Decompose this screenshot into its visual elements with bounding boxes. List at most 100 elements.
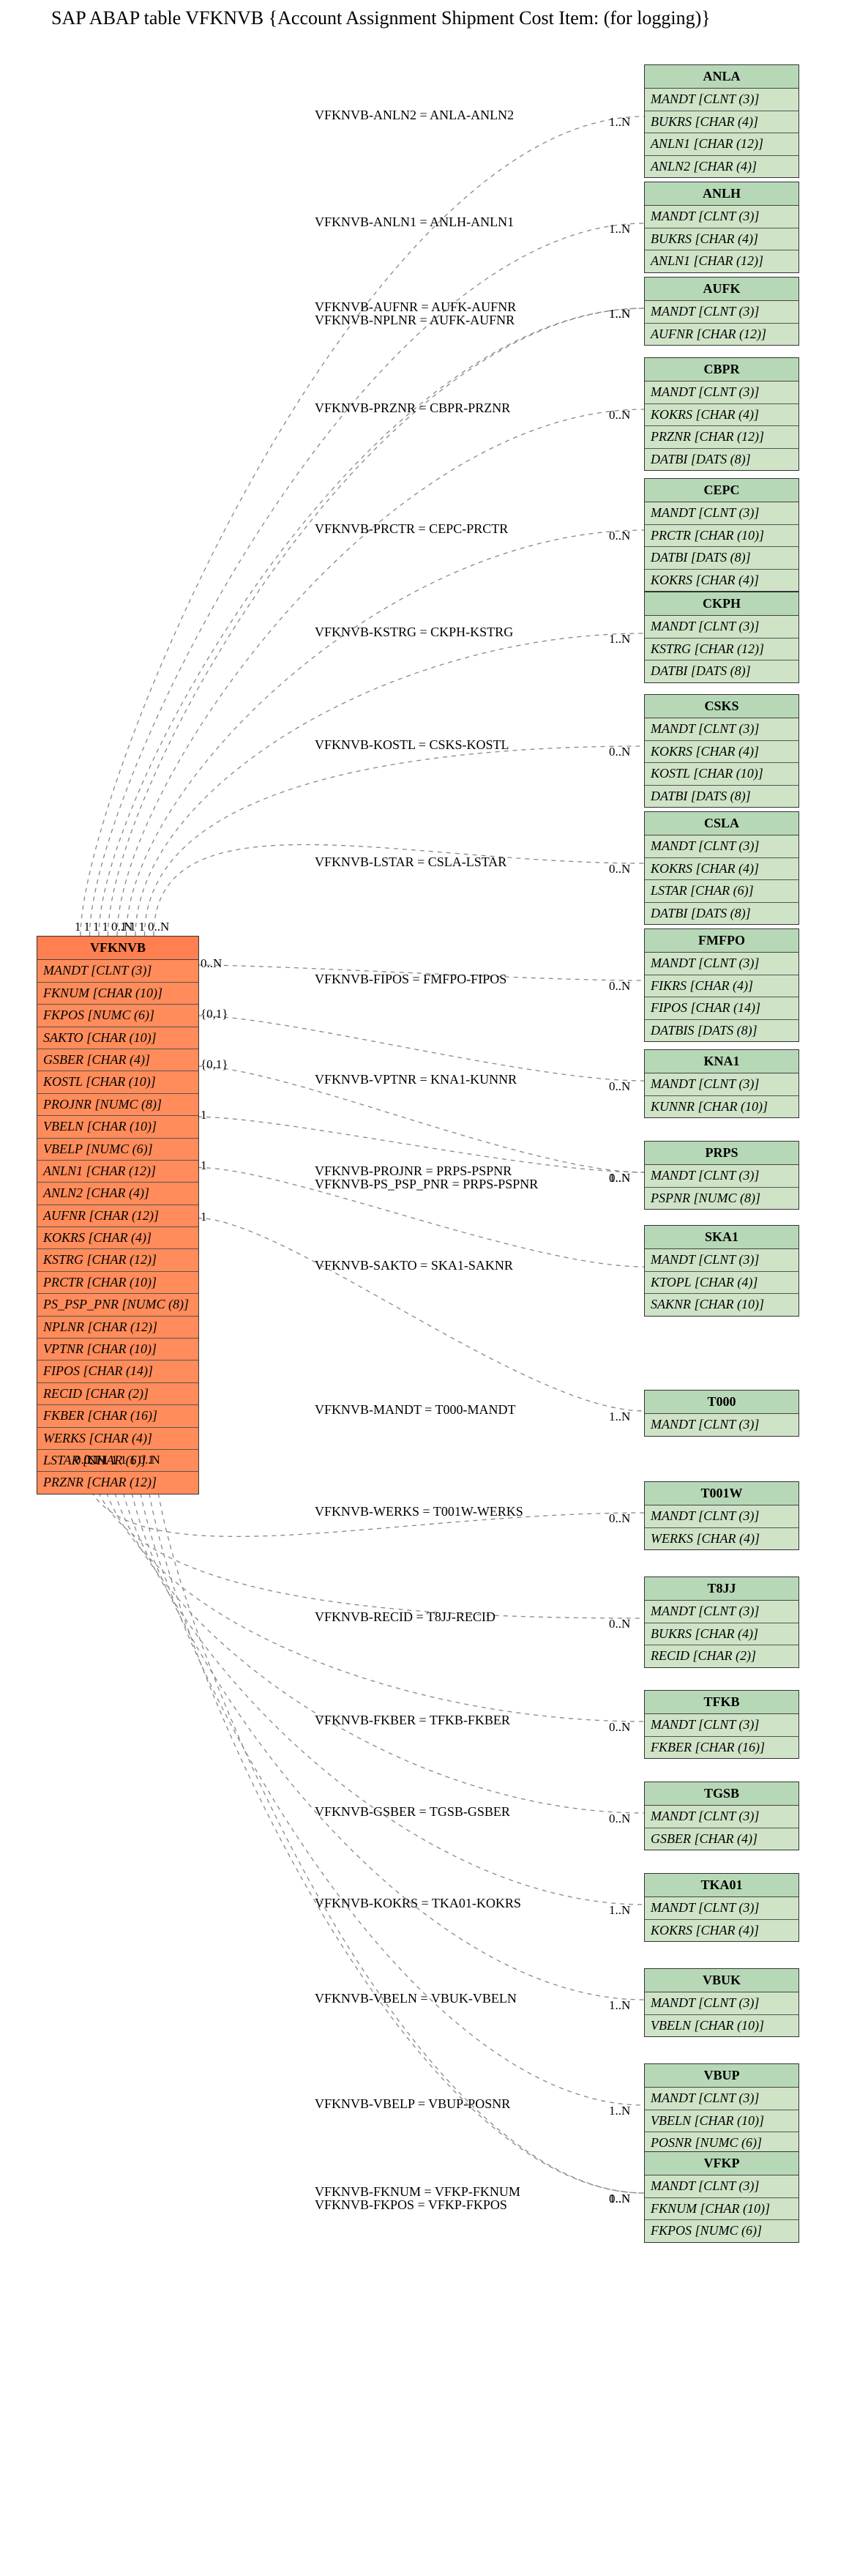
- table-header: TFKB: [645, 1691, 798, 1714]
- page-title: SAP ABAP table VFKNVB {Account Assignmen…: [7, 7, 842, 29]
- table-t000: T000MANDT [CLNT (3)]: [644, 1390, 799, 1437]
- multiplicity-label: 1..N: [609, 1171, 630, 1185]
- table-t001w: T001WMANDT [CLNT (3)]WERKS [CHAR (4)]: [644, 1481, 799, 1550]
- multiplicity-label: 1: [130, 1453, 136, 1467]
- table-field: SAKTO [CHAR (10)]: [37, 1027, 198, 1049]
- table-tfkb: TFKBMANDT [CLNT (3)]FKBER [CHAR (16)]: [644, 1690, 799, 1759]
- table-header: T000: [645, 1391, 798, 1414]
- table-prps: PRPSMANDT [CLNT (3)]PSPNR [NUMC (8)]: [644, 1141, 799, 1210]
- table-tgsb: TGSBMANDT [CLNT (3)]GSBER [CHAR (4)]: [644, 1782, 799, 1850]
- table-field: KUNNR [CHAR (10)]: [645, 1096, 798, 1117]
- table-field: PRCTR [CHAR (10)]: [37, 1272, 198, 1294]
- table-field: VPTNR [CHAR (10)]: [37, 1339, 198, 1360]
- multiplicity-label: 1..N: [609, 2104, 630, 2118]
- table-field: KOSTL [CHAR (10)]: [37, 1071, 198, 1093]
- table-field: NPLNR [CHAR (12)]: [37, 1317, 198, 1339]
- multiplicity-label: 1..N: [609, 1903, 630, 1918]
- multiplicity-label: 0..N: [201, 956, 222, 971]
- edge-label: VFKNVB-PRCTR = CEPC-PRCTR: [315, 521, 508, 537]
- multiplicity-label: 1: [139, 920, 146, 934]
- multiplicity-label: {0,1}: [201, 1007, 228, 1021]
- table-field: MANDT [CLNT (3)]: [645, 206, 798, 228]
- table-field: MANDT [CLNT (3)]: [645, 301, 798, 323]
- multiplicity-label: 1..N: [609, 1410, 630, 1424]
- table-header: T001W: [645, 1482, 798, 1505]
- table-header: CKPH: [645, 592, 798, 616]
- table-vbup: VBUPMANDT [CLNT (3)]VBELN [CHAR (10)]POS…: [644, 2063, 799, 2155]
- table-csks: CSKSMANDT [CLNT (3)]KOKRS [CHAR (4)]KOST…: [644, 694, 799, 808]
- table-header: CBPR: [645, 358, 798, 381]
- table-field: DATBI [DATS (8)]: [645, 786, 798, 807]
- table-header: SKA1: [645, 1226, 798, 1249]
- table-field: VBELP [NUMC (6)]: [37, 1139, 198, 1161]
- multiplicity-label: 0..N: [609, 745, 630, 759]
- table-field: GSBER [CHAR (4)]: [645, 1828, 798, 1850]
- table-field: DATBI [DATS (8)]: [645, 660, 798, 682]
- table-field: RECID [CHAR (2)]: [645, 1645, 798, 1667]
- multiplicity-label: 1: [130, 920, 136, 934]
- table-field: VBELN [CHAR (10)]: [645, 2015, 798, 2036]
- table-field: MANDT [CLNT (3)]: [645, 616, 798, 638]
- table-tka01: TKA01MANDT [CLNT (3)]KOKRS [CHAR (4)]: [644, 1873, 799, 1942]
- multiplicity-label: 0..N: [609, 1079, 630, 1094]
- edge-label: VFKNVB-LSTAR = CSLA-LSTAR: [315, 855, 506, 870]
- table-field: DATBI [DATS (8)]: [645, 903, 798, 924]
- table-field: RECID [CHAR (2)]: [37, 1383, 198, 1405]
- table-field: BUKRS [CHAR (4)]: [645, 228, 798, 250]
- multiplicity-label: 0..N: [609, 529, 630, 543]
- table-header: ANLA: [645, 65, 798, 89]
- table-field: AUFNR [CHAR (12)]: [645, 324, 798, 345]
- table-field: KSTRG [CHAR (12)]: [37, 1249, 198, 1271]
- table-vfknvb: VFKNVBMANDT [CLNT (3)]FKNUM [CHAR (10)]F…: [37, 936, 199, 1494]
- table-field: MANDT [CLNT (3)]: [645, 1073, 798, 1095]
- edge-label: VFKNVB-SAKTO = SKA1-SAKNR: [315, 1258, 513, 1273]
- table-field: MANDT [CLNT (3)]: [37, 960, 198, 982]
- table-field: MANDT [CLNT (3)]: [645, 953, 798, 975]
- multiplicity-label: 0..N: [609, 1511, 630, 1526]
- table-cbpr: CBPRMANDT [CLNT (3)]KOKRS [CHAR (4)]PRZN…: [644, 357, 799, 471]
- table-anlh: ANLHMANDT [CLNT (3)]BUKRS [CHAR (4)]ANLN…: [644, 182, 799, 273]
- table-field: DATBI [DATS (8)]: [645, 547, 798, 569]
- table-field: MANDT [CLNT (3)]: [645, 1714, 798, 1736]
- multiplicity-label: 0..N: [609, 1617, 630, 1631]
- table-header: PRPS: [645, 1142, 798, 1165]
- table-field: FKPOS [NUMC (6)]: [37, 1005, 198, 1027]
- multiplicity-label: 1: [93, 1453, 100, 1467]
- table-header: VFKP: [645, 2152, 798, 2175]
- multiplicity-label: 0..N: [609, 862, 630, 876]
- table-header: TKA01: [645, 1874, 798, 1897]
- multiplicity-label: 0..N: [609, 1720, 630, 1735]
- edge-label: VFKNVB-KOSTL = CSKS-KOSTL: [315, 737, 509, 753]
- table-cepc: CEPCMANDT [CLNT (3)]PRCTR [CHAR (10)]DAT…: [644, 478, 799, 592]
- table-field: BUKRS [CHAR (4)]: [645, 111, 798, 133]
- edge-label: VFKNVB-KSTRG = CKPH-KSTRG: [315, 625, 513, 640]
- table-field: FIPOS [CHAR (14)]: [37, 1360, 198, 1382]
- table-field: MANDT [CLNT (3)]: [645, 1505, 798, 1527]
- table-field: DATBI [DATS (8)]: [645, 449, 798, 470]
- multiplicity-label: 1: [121, 1453, 127, 1467]
- table-field: WERKS [CHAR (4)]: [37, 1428, 198, 1450]
- table-field: ANLN1 [CHAR (12)]: [37, 1161, 198, 1183]
- edge-label: VFKNVB-ANLN1 = ANLH-ANLN1: [315, 215, 514, 230]
- table-fmfpo: FMFPOMANDT [CLNT (3)]FIKRS [CHAR (4)]FIP…: [644, 928, 799, 1042]
- table-field: KOSTL [CHAR (10)]: [645, 763, 798, 785]
- edge-label: VFKNVB-FIPOS = FMFPO-FIPOS: [315, 972, 506, 987]
- table-field: KOKRS [CHAR (4)]: [645, 1920, 798, 1941]
- multiplicity-label: 1..N: [609, 1998, 630, 2013]
- table-field: PRZNR [CHAR (12)]: [37, 1472, 198, 1493]
- table-field: ANLN2 [CHAR (4)]: [37, 1183, 198, 1205]
- table-ska1: SKA1MANDT [CLNT (3)]KTOPL [CHAR (4)]SAKN…: [644, 1225, 799, 1317]
- table-field: ANLN1 [CHAR (12)]: [645, 133, 798, 155]
- table-field: LSTAR [CHAR (6)]: [645, 880, 798, 902]
- table-field: VBELN [CHAR (10)]: [37, 1116, 198, 1138]
- table-field: MANDT [CLNT (3)]: [645, 2088, 798, 2110]
- edge-label: VFKNVB-PS_PSP_PNR = PRPS-PSPNR: [315, 1177, 538, 1192]
- multiplicity-label: 0..N: [609, 1812, 630, 1826]
- table-csla: CSLAMANDT [CLNT (3)]KOKRS [CHAR (4)]LSTA…: [644, 811, 799, 925]
- edge-label: VFKNVB-FKBER = TFKB-FKBER: [315, 1713, 510, 1728]
- table-field: PS_PSP_PNR [NUMC (8)]: [37, 1294, 198, 1316]
- table-field: SAKNR [CHAR (10)]: [645, 1294, 798, 1315]
- edge-label: VFKNVB-WERKS = T001W-WERKS: [315, 1504, 523, 1519]
- table-field: MANDT [CLNT (3)]: [645, 1806, 798, 1828]
- table-header: CSKS: [645, 695, 798, 718]
